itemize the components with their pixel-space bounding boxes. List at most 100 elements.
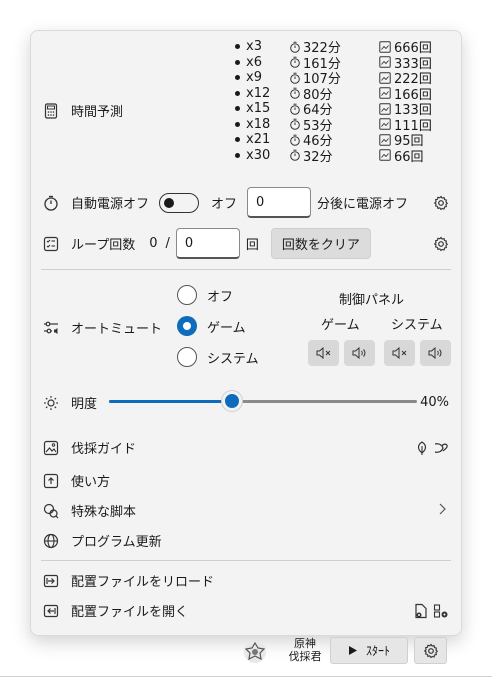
estimate-multiplier: x6 (231, 55, 289, 70)
bullet (235, 59, 240, 65)
menu-item-scripts[interactable]: 特殊な脚本 (43, 501, 449, 520)
mute-option-game[interactable]: ゲーム (177, 316, 246, 336)
chart-icon (379, 72, 391, 84)
chart-icon (379, 134, 391, 146)
brightness-slider[interactable] (31, 391, 463, 411)
start-button[interactable]: ｽﾀｰﾄ (330, 637, 408, 664)
app-name-line2: 伐採君 (288, 650, 322, 663)
bullet (235, 152, 240, 158)
menu-item-open-config[interactable]: 配置ファイルを開く (43, 601, 449, 620)
bullet (235, 75, 240, 81)
stopwatch-icon (290, 103, 300, 115)
stopwatch-icon (290, 41, 300, 53)
menu-item-reload-config[interactable]: 配置ファイルをリロード (43, 571, 449, 590)
system-unmute-button[interactable] (420, 340, 451, 366)
auto-mute-label: オートミュート (71, 322, 163, 337)
system-mute-button[interactable] (384, 340, 415, 366)
globe-icon (43, 533, 59, 549)
game-mute-button[interactable] (308, 340, 339, 366)
menu-item-guide[interactable]: 伐採ガイド (43, 438, 449, 457)
mute-option-system-label: システム (207, 351, 259, 367)
loop-count-label: ループ回数 (71, 238, 136, 253)
chart-icon (379, 149, 391, 161)
bullet (235, 90, 240, 96)
multiplier-text: x30 (246, 147, 271, 163)
loop-total-input[interactable]: 0 (175, 228, 240, 259)
context-menu: 時間予測 x3 322分 666回 x6 161分 333回 x9 107分 222回 x12 80… (30, 30, 462, 636)
count-text: 66回 (394, 149, 424, 165)
power-off-suffix: 分後に電源オフ (317, 197, 409, 212)
reload-config-icon (43, 573, 59, 589)
time-estimate-table: x3 322分 666回 x6 161分 333回 x9 107分 222回 x12 80分 166回… (231, 39, 451, 165)
multiplier-text: x9 (246, 70, 262, 86)
usage-label: 使い方 (71, 475, 111, 490)
estimate-multiplier: x21 (231, 132, 289, 147)
upload-box-icon (43, 473, 59, 489)
mute-option-off[interactable]: オフ (177, 285, 233, 305)
chevron-right-icon (437, 502, 447, 520)
auto-power-off-label: 自動電源オフ (71, 197, 150, 212)
update-label: プログラム更新 (71, 535, 162, 550)
loop-total-value: 0 (184, 235, 194, 251)
radio-circle-selected (177, 316, 197, 336)
mute-option-system[interactable]: システム (177, 347, 259, 367)
auto-power-off-toggle[interactable] (159, 192, 200, 213)
stopwatch-icon (290, 72, 300, 84)
file-settings-icon (433, 603, 448, 618)
app-name-line1: 原神 (294, 637, 316, 650)
multiplier-text: x12 (246, 85, 271, 101)
clear-count-button[interactable]: 回数をクリア (270, 228, 371, 259)
time-estimate-label: 時間予測 (71, 105, 124, 120)
estimate-multiplier: x3 (231, 39, 289, 54)
slider-fill (109, 400, 233, 403)
stopwatch-icon (290, 149, 300, 162)
settings-button[interactable] (414, 637, 447, 664)
start-label: ｽﾀｰﾄ (365, 644, 390, 658)
time-estimate-section: 時間予測 (43, 101, 123, 120)
chart-icon (379, 118, 391, 130)
estimate-count: 66回 (379, 146, 445, 165)
bullet (235, 106, 240, 112)
chart-icon (379, 56, 391, 68)
menu-item-usage[interactable]: 使い方 (43, 471, 449, 490)
radio-circle (177, 347, 197, 367)
slider-track (109, 391, 417, 411)
multiplier-text: x18 (246, 116, 271, 132)
estimate-multiplier: x9 (231, 70, 289, 85)
mute-option-off-label: オフ (207, 289, 234, 305)
clear-count-label: 回数をクリア (281, 238, 360, 253)
loop-slash: / (165, 236, 170, 251)
file-export-icon (415, 603, 427, 618)
auto-power-off-row: 自動電源オフ オフ 0 分後に電源オフ (43, 187, 449, 218)
control-panel-title: 制御パネル (339, 293, 405, 308)
script-search-icon (43, 503, 59, 519)
menu-item-update[interactable]: プログラム更新 (43, 531, 449, 550)
minutes-text: 32分 (303, 149, 333, 165)
power-settings-gear-icon[interactable] (433, 195, 449, 211)
leaf-icon (417, 440, 427, 455)
sliders-icon (43, 320, 59, 336)
power-off-minutes-input[interactable]: 0 (247, 187, 312, 218)
timer-icon (43, 195, 59, 211)
open-config-label: 配置ファイルを開く (71, 605, 189, 620)
chart-icon (379, 103, 391, 115)
estimate-multiplier: x15 (231, 101, 289, 116)
loop-settings-gear-icon[interactable] (433, 236, 449, 252)
loop-current: 0 (149, 236, 158, 251)
game-unmute-button[interactable] (344, 340, 375, 366)
app-logo-icon (242, 639, 268, 669)
multiplier-text: x3 (246, 39, 262, 55)
estimate-multiplier: x30 (231, 148, 289, 163)
bullet (235, 137, 240, 143)
separator (41, 560, 451, 561)
loop-count-row: ループ回数 0 / 0 回 回数をクリア (43, 228, 449, 259)
loop-unit: 回 (245, 238, 259, 253)
control-panel-game-label: ゲーム (321, 318, 360, 333)
image-icon (43, 440, 59, 456)
radio-circle (177, 285, 197, 305)
guide-label: 伐採ガイド (71, 442, 137, 457)
speaker-on-icon (352, 347, 365, 359)
scripts-label: 特殊な脚本 (71, 505, 137, 520)
estimate-multiplier: x18 (231, 117, 289, 132)
speaker-mute-icon (392, 347, 406, 359)
